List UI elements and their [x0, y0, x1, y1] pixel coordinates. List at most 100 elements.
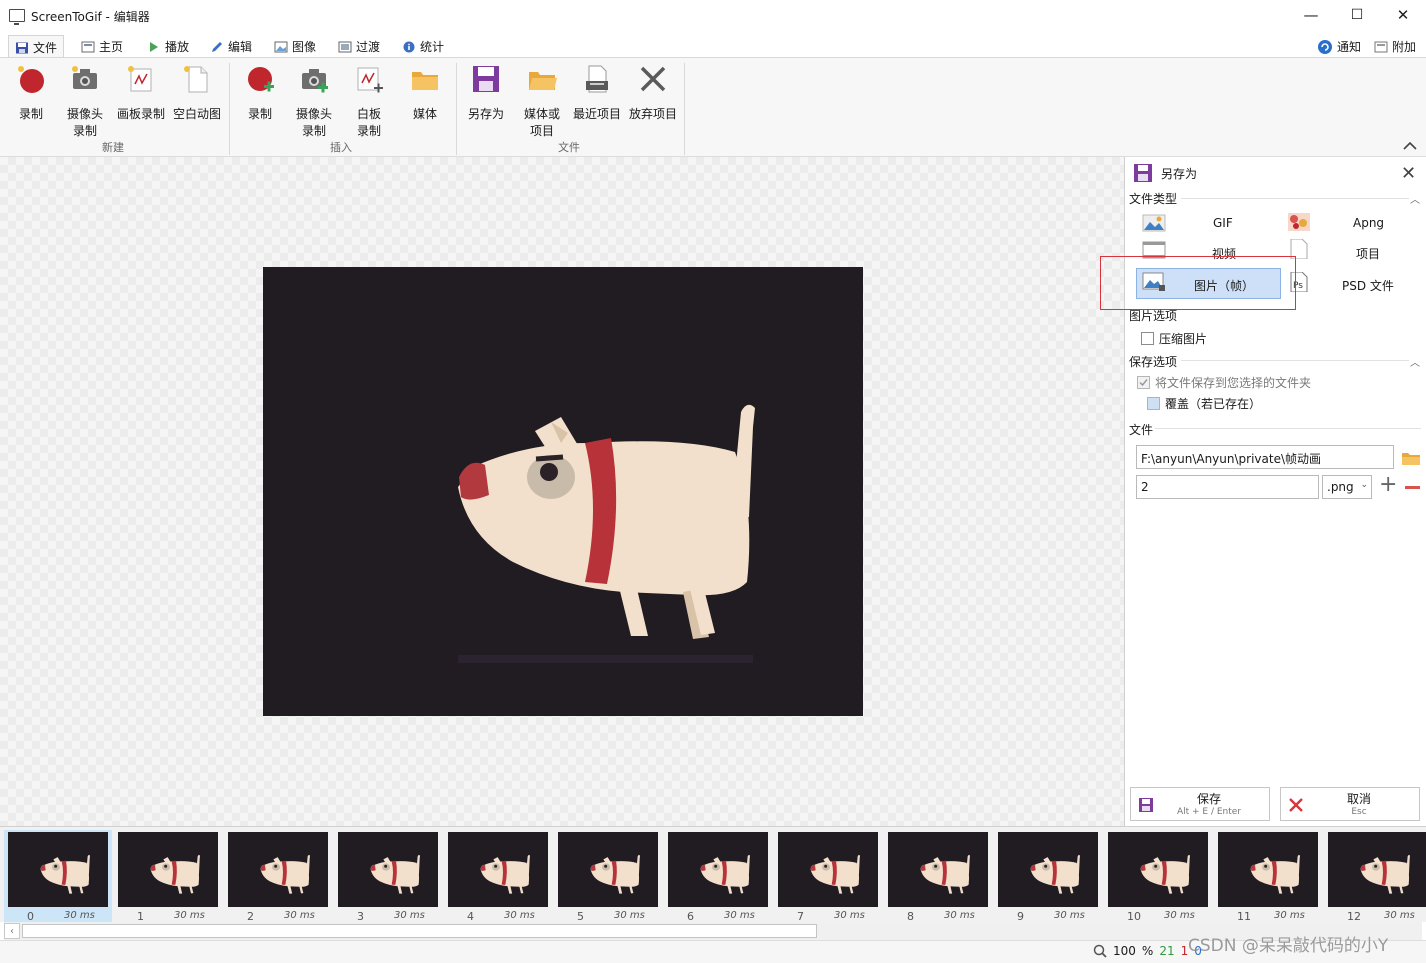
file-type-psd[interactable]: PSD 文件 [1342, 277, 1394, 294]
zoom-control: 100 % 21 1 0 [1093, 944, 1202, 958]
frame-delay: 30 ms [1054, 910, 1085, 921]
collapse-filetype-icon[interactable]: ︿ [1410, 191, 1420, 206]
save-button[interactable]: 保存 Alt + E / Enter [1130, 787, 1270, 821]
frame-item[interactable]: 11 30 ms [1214, 830, 1322, 923]
frame-item[interactable]: 12 30 ms [1324, 830, 1426, 923]
tab-image[interactable]: 图像 [268, 35, 322, 58]
extras-button[interactable]: 附加 [1368, 35, 1422, 58]
scroll-left-icon[interactable]: ‹ [4, 923, 20, 939]
frame-item[interactable]: 9 30 ms [994, 830, 1102, 923]
frame-item[interactable]: 1 30 ms [114, 830, 222, 923]
save-to-folder-checkbox[interactable] [1137, 376, 1150, 389]
cancel-button[interactable]: 取消 Esc [1280, 787, 1420, 821]
whiteboard-icon [357, 67, 383, 93]
new-record-button[interactable]: 录制 [14, 64, 48, 123]
tab-edit[interactable]: 编辑 [204, 35, 258, 58]
save-as-button[interactable]: 另存为 [465, 64, 507, 123]
extension-select[interactable]: .png ⌄ [1322, 475, 1372, 499]
divider [1155, 428, 1421, 429]
recent-projects-button[interactable]: 最近项目 [571, 64, 623, 123]
frame-item[interactable]: 8 30 ms [884, 830, 992, 923]
file-type-gif[interactable]: GIF [1213, 216, 1233, 230]
button-label: 录制 [18, 107, 43, 121]
close-button[interactable]: ✕ [1380, 0, 1426, 30]
insert-record-button[interactable]: 录制 [243, 64, 277, 123]
tab-transition[interactable]: 过渡 [332, 35, 386, 58]
camera-add-icon [302, 69, 328, 93]
remove-icon[interactable] [1405, 486, 1420, 489]
frame-item[interactable]: 3 30 ms [334, 830, 442, 923]
tab-home[interactable]: 主页 [75, 35, 129, 58]
scrollbar-thumb[interactable] [22, 924, 817, 938]
frame-thumbnail [778, 832, 878, 907]
frame-thumbnail-image [370, 855, 420, 894]
collapse-ribbon-icon[interactable] [1402, 140, 1418, 152]
discard-project-button[interactable]: 放弃项目 [627, 64, 679, 123]
compress-checkbox[interactable] [1141, 332, 1154, 345]
frame-delay: 30 ms [1274, 910, 1305, 921]
file-type-apng[interactable]: Apng [1353, 216, 1384, 230]
camera-icon [72, 66, 97, 89]
save-as-panel: 另存为 ✕ 文件类型 ︿ GIF Apng 视频 项目 图片（帧） Ps PSD… [1100, 157, 1426, 826]
play-icon [150, 41, 158, 52]
tab-label: 主页 [99, 40, 124, 54]
new-board-button[interactable]: 画板录制 [115, 64, 167, 123]
check-icon [1139, 379, 1148, 387]
notify-button[interactable]: 通知 [1311, 35, 1367, 58]
frame-item[interactable]: 4 30 ms [444, 830, 552, 923]
image-icon [274, 41, 288, 52]
new-blank-button[interactable]: 空白动图 [171, 64, 223, 123]
minimize-button[interactable]: — [1288, 0, 1334, 30]
frame-item[interactable]: 6 30 ms [664, 830, 772, 923]
frame-thumbnail-image [1030, 855, 1080, 894]
insert-whiteboard-button[interactable]: 白板 录制 [352, 64, 386, 140]
button-label: 空白动图 [172, 107, 221, 121]
frame-item[interactable]: 0 30 ms [4, 830, 112, 923]
divider [1181, 360, 1409, 361]
button-label: 摄像头 [295, 107, 332, 121]
frame-item[interactable]: 7 30 ms [774, 830, 882, 923]
preview-frame [263, 267, 863, 716]
tab-play[interactable]: 播放 [141, 35, 195, 58]
panel-close-button[interactable]: ✕ [1401, 163, 1416, 184]
tab-file[interactable]: 文件 [8, 35, 65, 59]
ribbon-separator [684, 63, 685, 155]
button-label: 媒体或 [523, 107, 560, 121]
tab-statistics[interactable]: 统计 [396, 35, 450, 58]
group-label-new: 新建 [102, 141, 124, 154]
add-icon[interactable]: + [1379, 474, 1397, 496]
frame-item[interactable]: 2 30 ms [224, 830, 332, 923]
notify-label: 通知 [1337, 40, 1362, 54]
browse-folder-icon[interactable] [1401, 450, 1421, 466]
compress-label: 压缩图片 [1159, 332, 1208, 346]
button-label: 录制 [247, 107, 272, 121]
panel-header: 另存为 [1133, 163, 1197, 183]
file-type-project[interactable]: 项目 [1356, 245, 1380, 262]
open-media-project-button[interactable]: 媒体或 项目 [520, 64, 564, 140]
frame-thumbnail-image [150, 855, 200, 894]
maximize-button[interactable]: ☐ [1334, 0, 1380, 30]
insert-media-button[interactable]: 媒体 [408, 64, 442, 123]
insert-webcam-button[interactable]: 摄像头 录制 [292, 64, 336, 140]
frame-item[interactable]: 10 30 ms [1104, 830, 1212, 923]
frame-thumbnail [1108, 832, 1208, 907]
tab-label: 播放 [165, 40, 190, 54]
pencil-icon [212, 41, 222, 52]
highlight-box [1100, 256, 1296, 310]
collapse-save-options-icon[interactable]: ︿ [1410, 354, 1420, 369]
button-label-2: 录制 [301, 124, 326, 138]
frame-thumbnail-image [590, 855, 640, 894]
new-webcam-button[interactable]: 摄像头 录制 [63, 64, 107, 140]
overwrite-checkbox[interactable] [1147, 397, 1160, 410]
frame-item[interactable]: 5 30 ms [554, 830, 662, 923]
frame-thumbnail [558, 832, 658, 907]
button-label: 白板 [356, 107, 381, 121]
zoom-value[interactable]: 100 [1113, 944, 1136, 958]
frame-delay: 30 ms [394, 910, 425, 921]
filename-input[interactable]: 2 [1136, 475, 1319, 499]
path-input[interactable]: F:\anyun\Anyun\private\帧动画 [1136, 445, 1394, 469]
button-label-2: 录制 [356, 124, 381, 138]
image-options-label: 图片选项 [1129, 309, 1178, 323]
canvas-area [0, 157, 1124, 826]
frame-delay: 30 ms [724, 910, 755, 921]
